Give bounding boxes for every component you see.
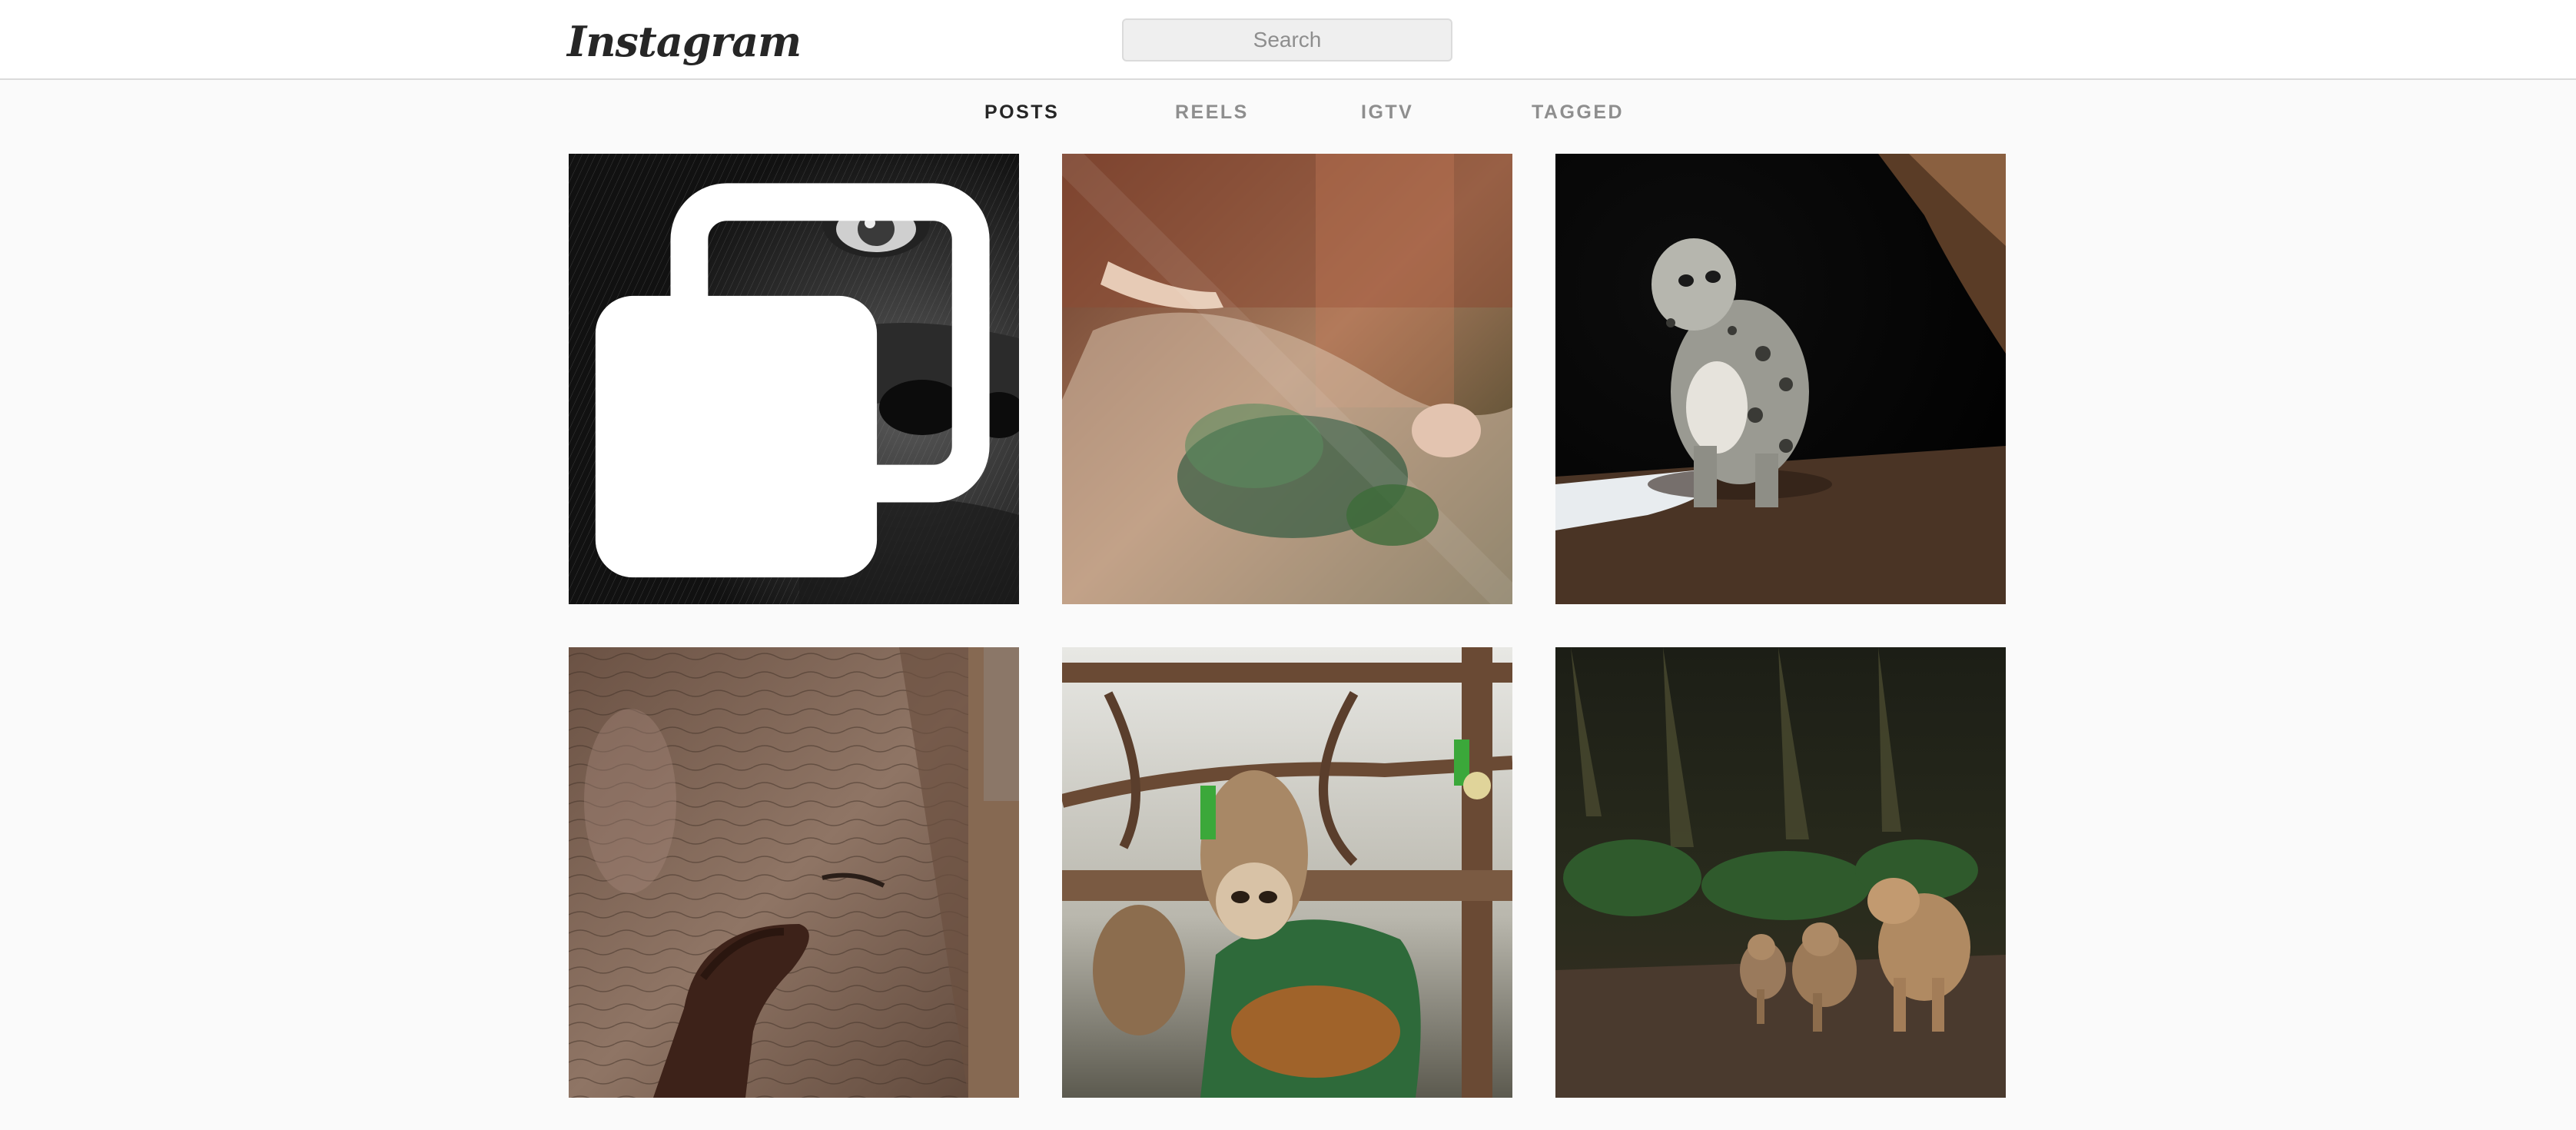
snow-leopard-photo [1555, 154, 2006, 604]
search-input[interactable] [1124, 19, 1451, 61]
top-navigation-bar: Instagram [0, 0, 2576, 80]
post-thumbnail-snow-leopard[interactable] [1555, 154, 2006, 604]
post-thumbnail-gorilla[interactable] [569, 154, 1019, 604]
profile-tabs: POSTS REELS IGTV TAGGED [0, 80, 2576, 149]
panthers-photo [1555, 647, 2006, 1098]
post-thumbnail-woman-reflection[interactable] [1062, 154, 1512, 604]
tab-posts[interactable]: POSTS [984, 101, 1059, 124]
post-thumbnail-panthers[interactable] [1555, 647, 2006, 1098]
tab-tagged[interactable]: TAGGED [1532, 101, 1624, 124]
post-thumbnail-sloths[interactable] [1062, 647, 1512, 1098]
instagram-logo[interactable]: Instagram [567, 12, 802, 71]
search-box[interactable] [1122, 18, 1452, 61]
sloths-photo [1062, 647, 1512, 1098]
elephant-photo [569, 647, 1019, 1098]
tab-igtv[interactable]: IGTV [1361, 101, 1413, 124]
woman-reflection-photo [1062, 154, 1512, 604]
multiple-photos-icon [595, 183, 990, 578]
tab-reels[interactable]: REELS [1175, 101, 1249, 124]
post-thumbnail-elephant[interactable] [569, 647, 1019, 1098]
